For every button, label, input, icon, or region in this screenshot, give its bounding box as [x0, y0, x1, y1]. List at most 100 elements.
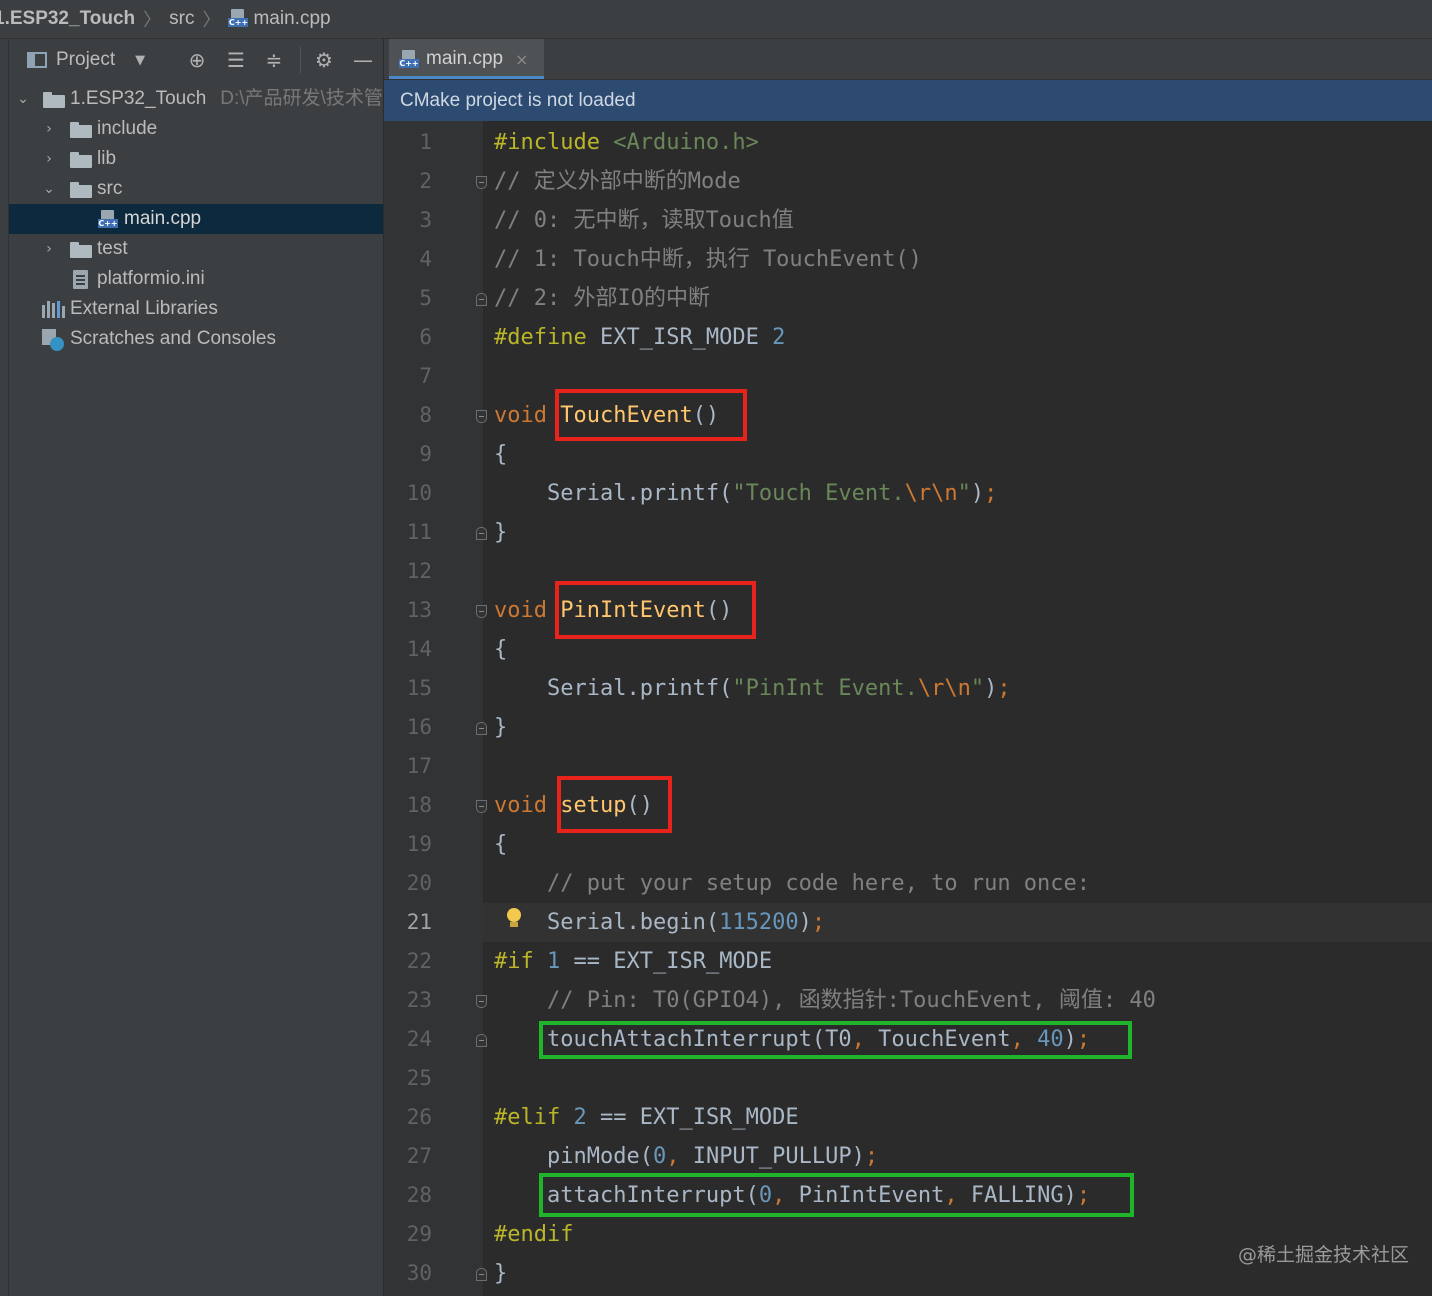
project-toolbar: Project ▼ ⊕ ☰ ≑ ⚙ — — [9, 39, 383, 81]
toolbar-divider — [300, 47, 301, 73]
close-icon[interactable]: × — [515, 50, 528, 69]
tab-main-cpp[interactable]: C++ main.cpp × — [389, 39, 544, 79]
breadcrumb-project[interactable]: 1.ESP32_Touch — [0, 8, 135, 30]
folder-icon — [43, 92, 65, 108]
fold-toggle-icon[interactable] — [476, 1034, 487, 1047]
scratches-icon — [42, 329, 64, 351]
line-number: 29 — [406, 1222, 432, 1246]
keyword: void — [494, 793, 547, 818]
comma: , — [666, 1144, 680, 1169]
code-line-2: // 定义外部中断的Mode — [494, 169, 741, 194]
tree-item-src[interactable]: ⌄ src — [9, 174, 383, 204]
fold-toggle-icon[interactable] — [476, 410, 487, 423]
call: Serial.printf( — [546, 481, 733, 506]
chevron-down-icon[interactable]: ⌄ — [41, 174, 57, 204]
code-line-1: #include <Arduino.h> — [494, 123, 759, 162]
crosshair-icon[interactable]: ⊕ — [185, 48, 209, 72]
tree-item-project-root[interactable]: ⌄ 1.ESP32_Touch D:\产品研发\技术管理 — [9, 84, 383, 114]
code-line-23: // Pin: T0(GPIO4), 函数指针:TouchEvent, 阈值: … — [494, 981, 1156, 1020]
tree-item-label: src — [97, 178, 123, 199]
fold-toggle-icon[interactable] — [476, 527, 487, 540]
fold-toggle-icon[interactable] — [476, 605, 487, 618]
chevron-down-icon[interactable]: ▼ — [135, 53, 145, 68]
preprocessor-keyword: #define — [494, 325, 587, 350]
close-paren: ) — [984, 676, 998, 701]
editor-tab-bar: C++ main.cpp × — [384, 39, 1432, 80]
macro-name: EXT_ISR_MODE — [599, 325, 759, 350]
tree-item-lib[interactable]: › lib — [9, 144, 383, 174]
cpp-file-icon: C++ — [228, 9, 249, 27]
fold-toggle-icon[interactable] — [476, 995, 487, 1008]
collapse-all-icon[interactable]: ≑ — [262, 48, 286, 72]
code-line-11: } — [494, 520, 508, 545]
code-line-29: #endif — [494, 1215, 573, 1254]
chevron-right-icon[interactable]: › — [41, 114, 57, 144]
code-line-3: // 0: 无中断，读取Touch值 — [494, 208, 794, 233]
expand-all-icon[interactable]: ☰ — [224, 48, 248, 72]
number-literal: 0 — [652, 1144, 667, 1169]
tree-item-platformio-ini[interactable]: platformio.ini — [9, 264, 383, 294]
tree-item-label: platformio.ini — [97, 268, 205, 289]
chevron-right-icon[interactable]: › — [41, 234, 57, 264]
line-number-current: 21 — [406, 910, 432, 934]
breadcrumb-src[interactable]: src — [169, 8, 194, 30]
fold-toggle-icon[interactable] — [476, 293, 487, 306]
fold-toggle-icon[interactable] — [476, 800, 487, 813]
gear-icon[interactable]: ⚙ — [312, 48, 336, 72]
fold-toggle-icon[interactable] — [476, 176, 487, 189]
fold-toggle-icon[interactable] — [476, 1268, 487, 1281]
preprocessor-keyword: #elif — [494, 1105, 561, 1130]
line-number: 25 — [406, 1066, 432, 1090]
tree-item-external-libraries[interactable]: External Libraries — [9, 294, 383, 324]
breadcrumb-separator-icon: 〉 — [143, 10, 162, 30]
line-number: 14 — [406, 637, 432, 661]
include-header: <Arduino.h> — [613, 130, 759, 155]
fold-toggle-icon[interactable] — [476, 722, 487, 735]
chevron-down-icon[interactable]: ⌄ — [15, 84, 31, 114]
number-literal: 1 — [547, 949, 561, 974]
libraries-icon — [42, 301, 65, 318]
string-quote: " — [970, 676, 985, 701]
line-number: 2 — [419, 169, 432, 193]
code-line-5: // 2: 外部IO的中断 — [494, 286, 710, 311]
preprocessor-keyword: #if — [494, 949, 534, 974]
line-number: 11 — [406, 520, 432, 544]
code-line-30: } — [494, 1261, 508, 1286]
semicolon: ; — [984, 481, 998, 506]
line-number: 9 — [419, 442, 432, 466]
minimize-icon[interactable]: — — [351, 48, 375, 72]
line-number: 27 — [406, 1144, 432, 1168]
project-path-hint: D:\产品研发\技术管理 — [220, 88, 383, 109]
line-number: 23 — [406, 988, 432, 1012]
cpp-file-icon: C++ — [98, 210, 118, 228]
line-number: 6 — [419, 325, 432, 349]
folder-icon — [70, 242, 92, 258]
tree-item-test[interactable]: › test — [9, 234, 383, 264]
chevron-right-icon[interactable]: › — [41, 144, 57, 174]
keyword: void — [494, 403, 547, 428]
code-line-6: #define EXT_ISR_MODE 2 — [494, 318, 785, 357]
folder-icon — [70, 152, 92, 168]
line-number: 7 — [419, 364, 432, 388]
string-literal: "PinInt Event. — [732, 676, 918, 701]
call: Serial.begin( — [546, 910, 720, 935]
condition: == EXT_ISR_MODE — [560, 949, 773, 974]
project-view-selector[interactable]: Project — [56, 49, 115, 71]
code-line-19: { — [494, 832, 508, 857]
tree-item-include[interactable]: › include — [9, 114, 383, 144]
tree-item-main-cpp[interactable]: C++ main.cpp — [9, 204, 383, 234]
tree-item-scratches[interactable]: Scratches and Consoles — [9, 324, 383, 354]
annotation-box-touch-attach — [539, 1021, 1132, 1059]
preprocessor-keyword: #include — [494, 130, 600, 155]
code-line-26: #elif 2 == EXT_ISR_MODE — [494, 1098, 799, 1137]
annotation-box-pinintevent — [555, 581, 756, 639]
breadcrumb-file[interactable]: C++ main.cpp — [228, 8, 331, 30]
tree-item-label: 1.ESP32_Touch — [70, 88, 207, 109]
annotation-box-setup — [557, 776, 672, 833]
line-number: 19 — [406, 832, 432, 856]
annotation-box-touchevent — [555, 389, 747, 441]
line-number: 13 — [406, 598, 432, 622]
line-number: 24 — [406, 1027, 432, 1051]
line-number: 20 — [406, 871, 432, 895]
close-paren: ) — [798, 910, 812, 935]
